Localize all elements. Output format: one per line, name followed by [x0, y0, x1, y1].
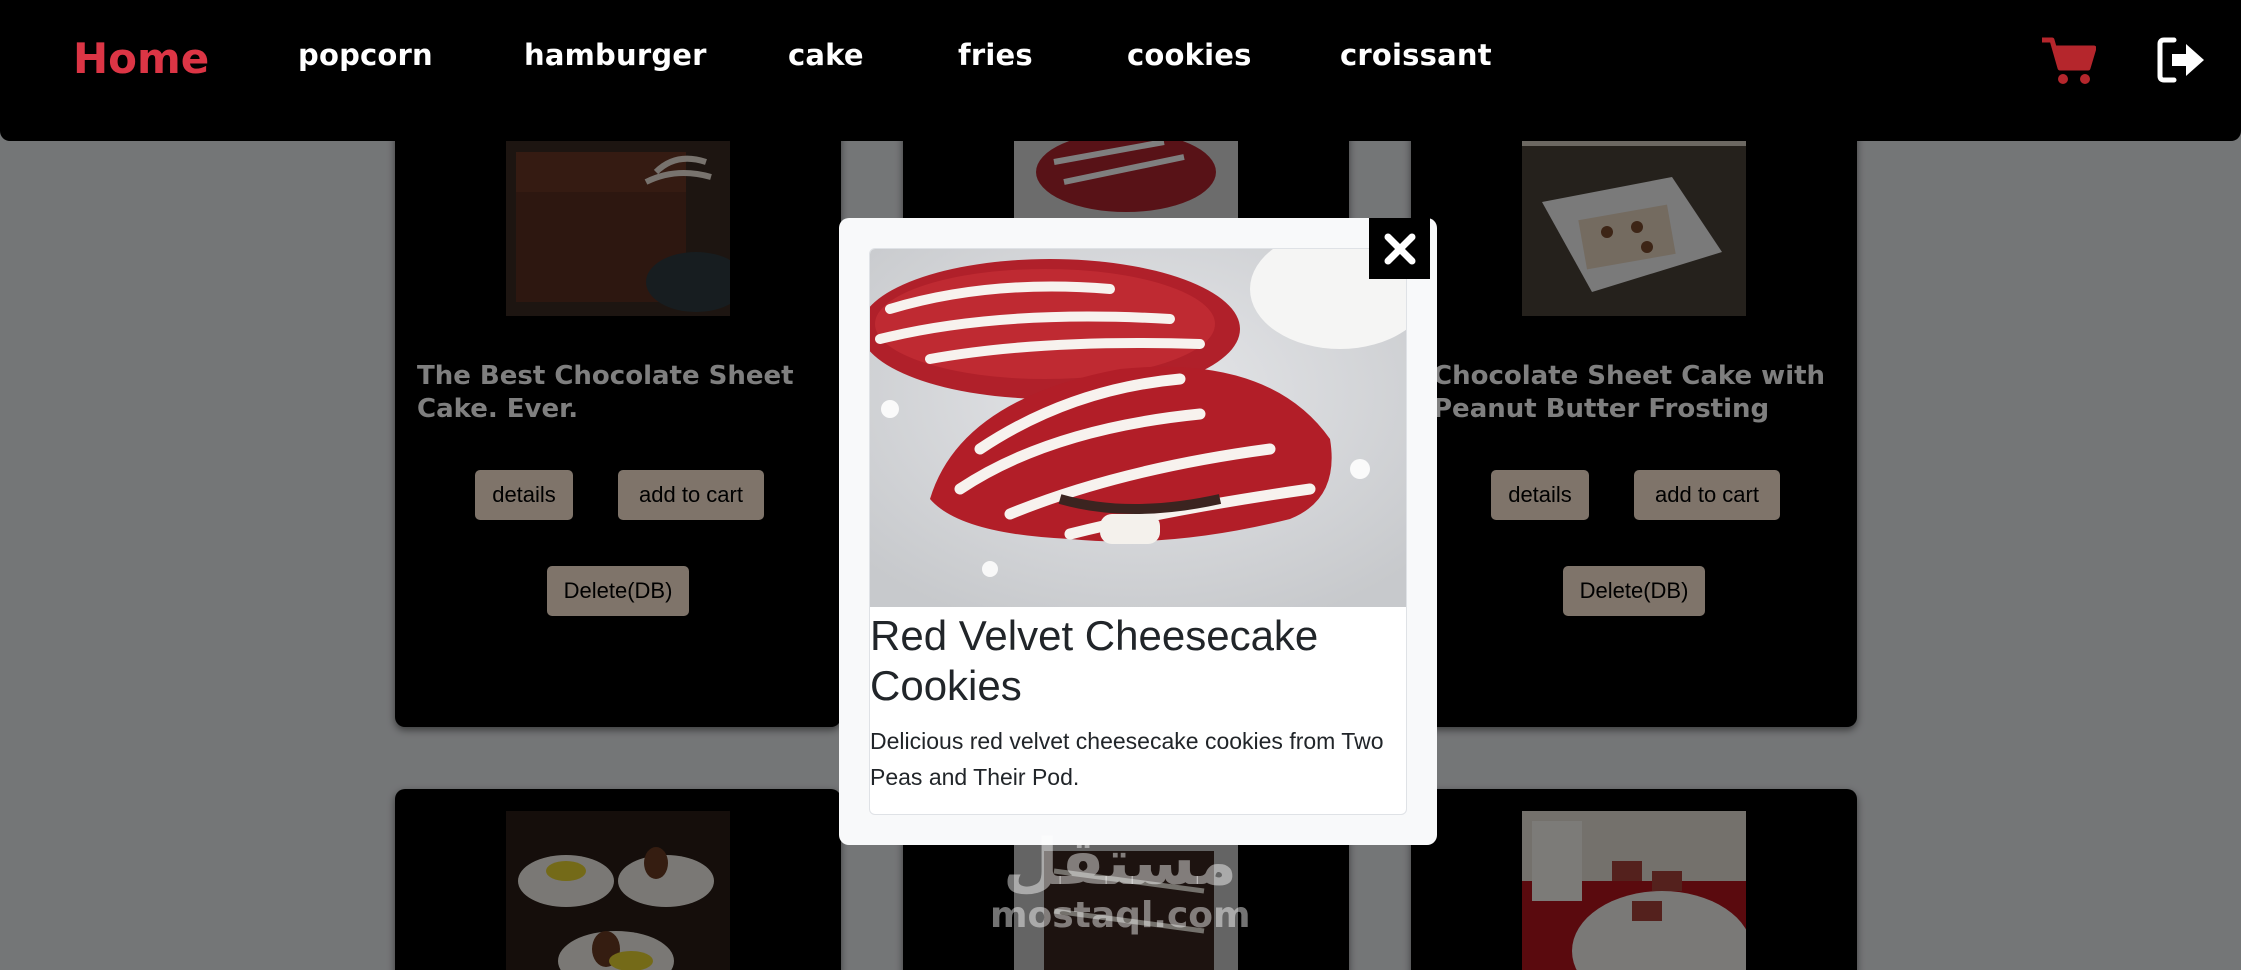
watermark-latin: mostaql.com — [990, 895, 1251, 936]
modal-title: Red Velvet Cheesecake Cookies — [870, 612, 1319, 709]
top-navbar: Home popcorn hamburger cake fries cookie… — [0, 0, 2241, 141]
modal-close-button[interactable] — [1369, 218, 1430, 279]
nav-link-hamburger[interactable]: hamburger — [524, 38, 707, 72]
shopping-cart-icon[interactable] — [2040, 36, 2097, 90]
nav-home-link[interactable]: Home — [73, 34, 209, 83]
modal-product-card: Red Velvet Cheesecake Cookies Delicious … — [869, 248, 1407, 815]
modal-product-image — [870, 249, 1406, 607]
nav-link-fries[interactable]: fries — [958, 38, 1033, 72]
product-details-modal: Red Velvet Cheesecake Cookies Delicious … — [839, 218, 1437, 845]
watermark: مستقل mostaql.com — [990, 826, 1251, 936]
modal-description: Delicious red velvet cheesecake cookies … — [870, 728, 1384, 790]
nav-link-cake[interactable]: cake — [788, 38, 864, 72]
nav-link-croissant[interactable]: croissant — [1340, 38, 1492, 72]
watermark-arabic: مستقل — [1002, 826, 1238, 900]
sign-out-icon[interactable] — [2156, 36, 2208, 88]
nav-link-popcorn[interactable]: popcorn — [298, 38, 433, 72]
close-icon — [1384, 233, 1415, 264]
nav-link-cookies[interactable]: cookies — [1127, 38, 1252, 72]
